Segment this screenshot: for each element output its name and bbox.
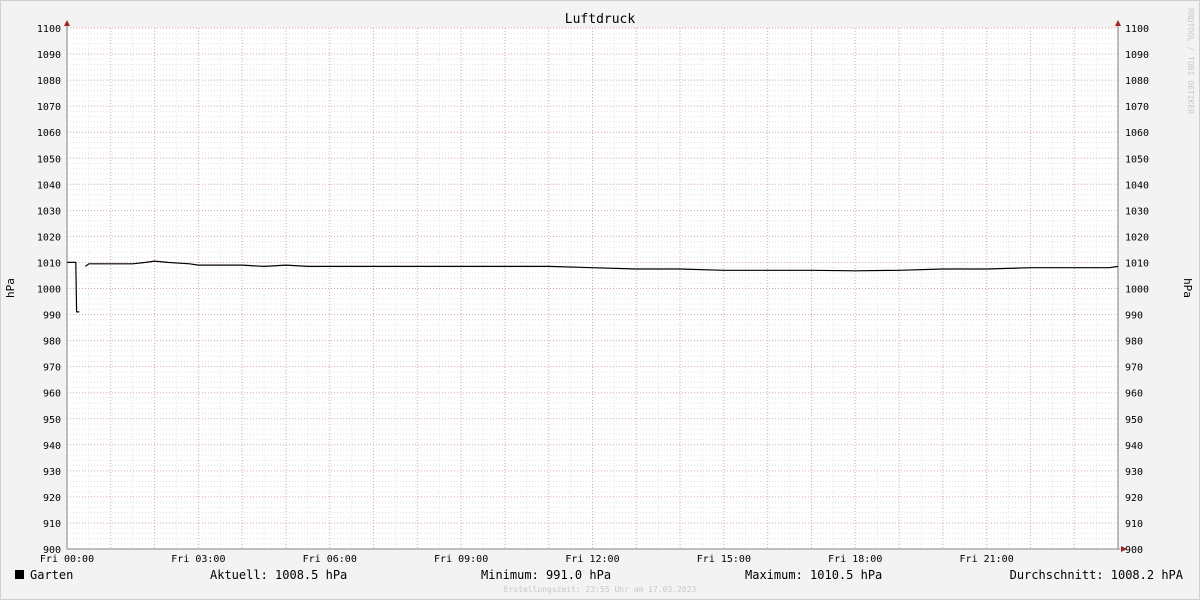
pressure-chart: 900 900910 910920 920930 930940 940950 950960 9… [4,8,1195,594]
y-tick-label-left: 960 [43,389,61,400]
y-tick-label-right: 1060 [1125,128,1149,139]
y-tick-label-left: 1000 [37,285,61,296]
y-tick-label-left: 970 [43,363,61,374]
y-tick-label-left: 1070 [37,102,61,113]
legend-maximum: Maximum: 1010.5 hPa [745,568,882,582]
y-axis-arrow-right [1115,20,1121,26]
y-tick-label-right: 930 [1125,467,1143,478]
y-tick-label-right: 1000 [1125,285,1149,296]
legend-swatch [15,570,24,579]
y-tick-label-left: 1050 [37,154,61,165]
y-tick-label-right: 920 [1125,493,1143,504]
y-tick-label-right: 910 [1125,519,1143,530]
x-tick-label: Fri 09:00 [434,554,488,565]
y-tick-label-right: 1070 [1125,102,1149,113]
y-tick-label-left: 1080 [37,76,61,87]
x-tick-label: Fri 12:00 [565,554,619,565]
y-tick-label-left: 1010 [37,258,61,269]
y-tick-label-right: 1090 [1125,50,1149,61]
y-tick-label-right: 950 [1125,415,1143,426]
y-tick-label-left: 1040 [37,180,61,191]
legend-minimum: Minimum: 991.0 hPa [481,568,611,582]
y-tick-label-right: 960 [1125,389,1143,400]
y-tick-label-right: 940 [1125,441,1143,452]
y-tick-label-right: 990 [1125,311,1143,322]
y-tick-label-left: 1060 [37,128,61,139]
footer-timestamp: Erstellungszeit: 23:55 Uhr am 17.03.2023 [504,585,697,594]
legend-current: Aktuell: 1008.5 hPa [210,568,347,582]
x-tick-label: Fri 15:00 [697,554,751,565]
y-tick-label-right: 1030 [1125,206,1149,217]
y-tick-label-right: 1080 [1125,76,1149,87]
x-tick-label: Fri 18:00 [828,554,882,565]
y-tick-label-right: 1050 [1125,154,1149,165]
y-tick-label-right: 1010 [1125,258,1149,269]
y-tick-label-left: 910 [43,519,61,530]
x-tick-label: Fri 00:00 [40,554,94,565]
x-tick-label: Fri 21:00 [960,554,1014,565]
y-tick-label-right: 980 [1125,337,1143,348]
y-tick-label-left: 1030 [37,206,61,217]
y-tick-label-left: 940 [43,441,61,452]
watermark: RRDTOOL / TOBI OETIKER [1186,8,1195,114]
y-axis-arrow-left [64,20,70,26]
x-tick-label: Fri 03:00 [171,554,225,565]
y-tick-label-right: 900 [1125,545,1143,556]
y-tick-label-left: 1020 [37,232,61,243]
y-axis-label-left: hPa [4,278,17,298]
chart-title: Luftdruck [565,12,636,27]
y-tick-label-left: 980 [43,337,61,348]
y-tick-label-left: 920 [43,493,61,504]
y-tick-label-left: 1090 [37,50,61,61]
x-tick-label: Fri 06:00 [303,554,357,565]
y-axis-label-right: hPa [1181,278,1194,298]
y-tick-label-left: 990 [43,311,61,322]
legend-series-name: Garten [30,568,73,582]
y-tick-label-right: 1100 [1125,24,1149,35]
y-tick-label-right: 1040 [1125,180,1149,191]
y-tick-label-left: 930 [43,467,61,478]
y-tick-label-left: 950 [43,415,61,426]
legend-average: Durchschnitt: 1008.2 hPA [1010,568,1184,582]
y-tick-label-right: 1020 [1125,232,1149,243]
y-tick-label-left: 1100 [37,24,61,35]
y-tick-label-right: 970 [1125,363,1143,374]
